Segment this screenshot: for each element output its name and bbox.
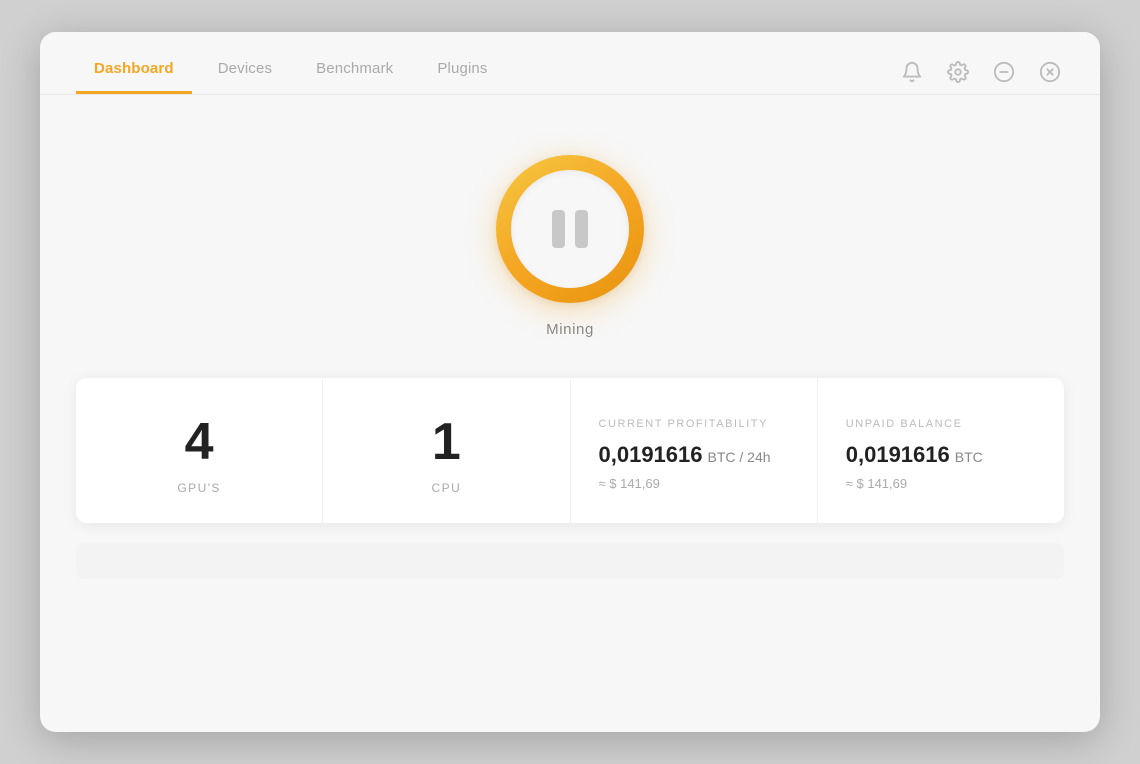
cpu-label: CPU [432,481,462,495]
nav-tabs: Dashboard Devices Benchmark Plugins [76,50,506,94]
stat-card-balance: UNPAID BALANCE 0,0191616BTC ≈ $ 141,69 [818,378,1064,523]
profitability-approx: ≈ $ 141,69 [599,476,660,491]
bottom-content-peek [76,543,1064,579]
gpus-label: GPU'S [177,481,221,495]
profitability-section-label: CURRENT PROFITABILITY [599,418,768,430]
profitability-btc-value: 0,0191616BTC / 24h [599,442,771,468]
mining-toggle-button[interactable] [496,155,644,303]
close-icon[interactable] [1036,58,1064,86]
gpus-value: 4 [185,414,214,471]
balance-approx: ≈ $ 141,69 [846,476,907,491]
stat-card-profitability: CURRENT PROFITABILITY 0,0191616BTC / 24h… [571,378,818,523]
mining-status-label: Mining [546,321,594,338]
balance-section-label: UNPAID BALANCE [846,418,963,430]
header-actions [898,58,1064,86]
balance-btc-value: 0,0191616BTC [846,442,983,468]
stat-card-cpu: 1 CPU [323,378,570,523]
header: Dashboard Devices Benchmark Plugins [40,32,1100,94]
tab-dashboard[interactable]: Dashboard [76,50,192,94]
app-window: Dashboard Devices Benchmark Plugins [40,32,1100,732]
minimize-icon[interactable] [990,58,1018,86]
stat-card-gpus: 4 GPU'S [76,378,323,523]
cpu-value: 1 [432,414,461,471]
tab-devices[interactable]: Devices [200,50,290,94]
pause-bar-left [552,210,565,248]
stats-row: 4 GPU'S 1 CPU CURRENT PROFITABILITY 0,01… [76,378,1064,523]
mining-section: Mining [496,155,644,338]
settings-icon[interactable] [944,58,972,86]
mining-button-inner [511,170,629,288]
bell-icon[interactable] [898,58,926,86]
tab-benchmark[interactable]: Benchmark [298,50,411,94]
main-content: Mining 4 GPU'S 1 CPU CURRENT PROFITABILI… [40,95,1100,732]
pause-icon [552,210,588,248]
tab-plugins[interactable]: Plugins [419,50,505,94]
pause-bar-right [575,210,588,248]
profitability-btc-unit: BTC / 24h [708,449,771,465]
balance-btc-unit: BTC [955,449,983,465]
